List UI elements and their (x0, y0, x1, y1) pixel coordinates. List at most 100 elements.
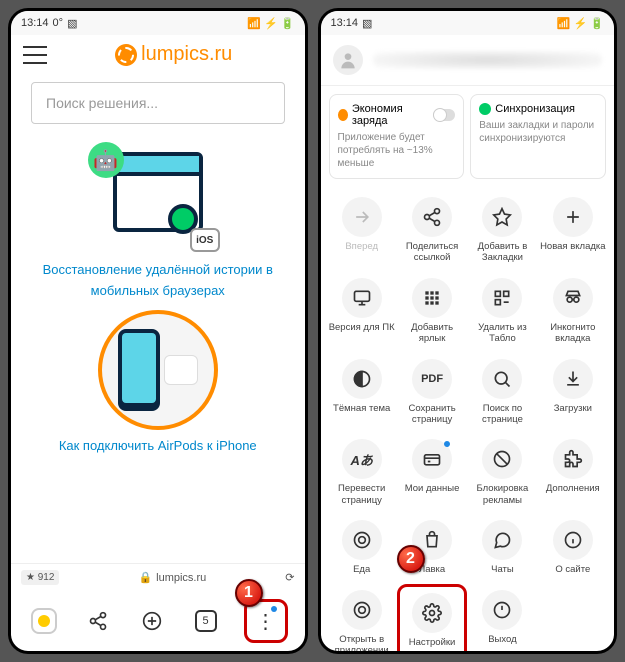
search-input[interactable]: Поиск решения... (31, 82, 285, 124)
tabs-button[interactable]: 5 (190, 605, 222, 637)
article-illustration-2 (98, 310, 218, 430)
menu-item-7[interactable]: Инкогнито вкладка (538, 272, 608, 351)
menu-item-label: Открыть в приложении (329, 634, 395, 651)
menu-item-22[interactable]: Выход (467, 584, 537, 651)
profile-header[interactable] (321, 35, 615, 86)
menu-item-icon (553, 439, 593, 479)
card-title: Синхронизация (495, 103, 575, 115)
article-link-2[interactable]: Как подключить AirPods к iPhone (31, 436, 285, 457)
callout-badge-1: 1 (235, 579, 263, 607)
menu-item-icon (482, 197, 522, 237)
menu-item-icon (412, 593, 452, 633)
menu-item-icon (553, 520, 593, 560)
menu-item-2[interactable]: Добавить в Закладки (467, 191, 537, 270)
url-text: lumpics.ru (156, 572, 206, 584)
menu-item-icon (342, 278, 382, 318)
notification-dot-icon (271, 606, 277, 612)
menu-item-label: О сайте (540, 564, 606, 575)
menu-item-label: Выход (469, 634, 535, 645)
status-bar: 13:14 ▧ 📶 ⚡ 🔋 (321, 11, 615, 35)
reload-share-icon[interactable]: ⟳ (285, 571, 294, 584)
site-logo[interactable]: lumpics.ru (55, 43, 293, 66)
android-badge-icon: 🤖 (88, 142, 124, 178)
yandex-icon (31, 608, 57, 634)
share-button[interactable] (82, 605, 114, 637)
status-bar: 13:14 0° ▧ 📶 ⚡ 🔋 (11, 11, 305, 35)
menu-item-label: Загрузки (540, 403, 606, 414)
phone-right: 13:14 ▧ 📶 ⚡ 🔋 Экономия заряда Приложение… (318, 8, 618, 654)
logo-text: lumpics.ru (141, 43, 232, 66)
status-pic-icon: ▧ (362, 17, 372, 30)
status-pic-icon: ▧ (67, 17, 77, 30)
menu-item-11[interactable]: Загрузки (538, 353, 608, 432)
yandex-home-button[interactable] (28, 605, 60, 637)
card-subtitle: Ваши закладки и пароли синхронизируются (479, 119, 597, 145)
menu-item-12[interactable]: AあПеревести страницу (327, 433, 397, 512)
menu-item-label: Мои данные (399, 483, 465, 494)
menu-item-8[interactable]: Тёмная тема (327, 353, 397, 432)
menu-item-15[interactable]: Дополнения (538, 433, 608, 512)
menu-item-icon (482, 278, 522, 318)
menu-item-icon (342, 359, 382, 399)
menu-item-label: Перевести страницу (329, 483, 395, 506)
orange-dot-icon (338, 109, 348, 121)
menu-item-label: Поделиться ссылкой (399, 241, 465, 264)
article-illustration-1: 🤖 iOS (88, 142, 228, 252)
menu-item-label: Добавить ярлык (399, 322, 465, 345)
menu-item-9[interactable]: PDF Сохранить страницу (397, 353, 467, 432)
menu-item-6[interactable]: Удалить из Табло (467, 272, 537, 351)
notification-dot-icon (444, 441, 450, 447)
menu-item-icon: PDF (412, 359, 452, 399)
airpods-case-icon (164, 355, 198, 385)
menu-item-label: Удалить из Табло (469, 322, 535, 345)
menu-item-label: Дополнения (540, 483, 606, 494)
menu-item-3[interactable]: Новая вкладка (538, 191, 608, 270)
menu-item-icon (482, 359, 522, 399)
menu-item-14[interactable]: Блокировка рекламы (467, 433, 537, 512)
toggle-switch[interactable] (433, 109, 455, 121)
hamburger-menu-icon[interactable] (23, 46, 47, 64)
menu-item-19[interactable]: О сайте (538, 514, 608, 581)
status-time: 13:14 (331, 17, 359, 29)
menu-item-16[interactable]: Еда (327, 514, 397, 581)
new-tab-button[interactable] (136, 605, 168, 637)
menu-item-label: Инкогнито вкладка (540, 322, 606, 345)
menu-item-18[interactable]: Чаты (467, 514, 537, 581)
menu-item-5[interactable]: Добавить ярлык (397, 272, 467, 351)
menu-item-label: Версия для ПК (329, 322, 395, 333)
green-dot-icon (479, 103, 491, 115)
page-content: 🤖 iOS Восстановление удалённой истории в… (11, 132, 305, 563)
card-title: Экономия заряда (352, 103, 429, 127)
rating-pill[interactable]: ★ 912 (21, 570, 59, 585)
status-temp: 0° (53, 17, 64, 29)
menu-item-icon (342, 590, 382, 630)
menu-item-20[interactable]: Открыть в приложении (327, 584, 397, 651)
menu-item-label: Добавить в Закладки (469, 241, 535, 264)
username-blurred (373, 51, 603, 69)
battery-saver-card[interactable]: Экономия заряда Приложение будет потребл… (329, 94, 465, 179)
menu-item-10[interactable]: Поиск по странице (467, 353, 537, 432)
menu-item-0: Вперед (327, 191, 397, 270)
menu-item-13[interactable]: Мои данные (397, 433, 467, 512)
menu-item-label: Вперед (329, 241, 395, 252)
menu-item-icon (482, 520, 522, 560)
menu-item-label: Чаты (469, 564, 535, 575)
avatar-icon (333, 45, 363, 75)
menu-item-icon (412, 278, 452, 318)
menu-item-label: Поиск по странице (469, 403, 535, 426)
card-subtitle: Приложение будет потреблять на ~13% мень… (338, 131, 456, 170)
menu-item-icon (482, 439, 522, 479)
menu-item-label: Сохранить страницу (399, 403, 465, 426)
menu-item-icon (342, 197, 382, 237)
menu-item-1[interactable]: Поделиться ссылкой (397, 191, 467, 270)
orange-logo-icon (115, 44, 137, 66)
status-icons: 📶 ⚡ 🔋 (557, 17, 604, 30)
browser-bottom-bar: ★ 912 🔒 lumpics.ru ⟳ 5 ⋮ (11, 563, 305, 651)
sync-card[interactable]: Синхронизация Ваши закладки и пароли син… (470, 94, 606, 179)
menu-item-21[interactable]: Настройки (397, 584, 467, 651)
article-link-1[interactable]: Восстановление удалённой истории в мобил… (31, 260, 285, 302)
tabs-count-icon: 5 (195, 610, 217, 632)
menu-grid: Вперед Поделиться ссылкойДобавить в Закла… (321, 187, 615, 651)
menu-item-4[interactable]: Версия для ПК (327, 272, 397, 351)
phone-left: 13:14 0° ▧ 📶 ⚡ 🔋 lumpics.ru Поиск решени… (8, 8, 308, 654)
